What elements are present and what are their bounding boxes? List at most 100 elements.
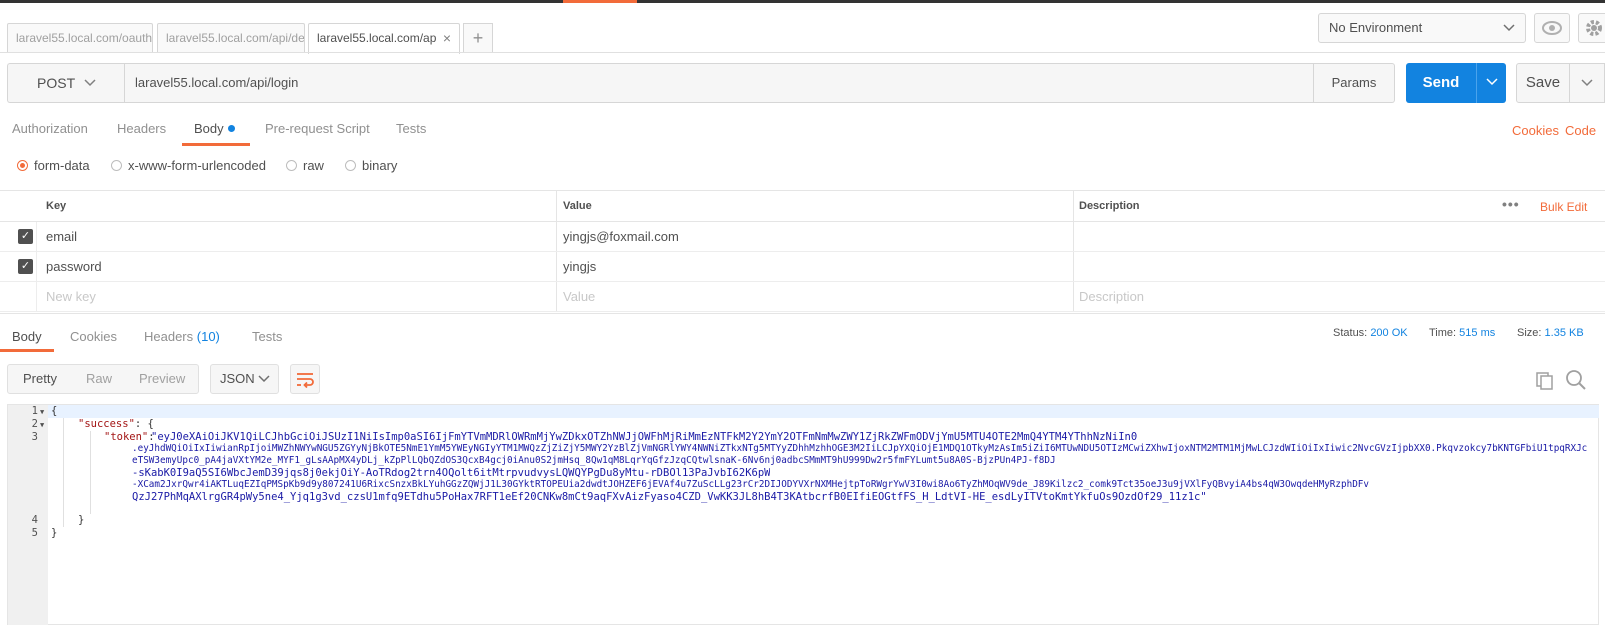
time-info: Time: 515 ms	[1429, 327, 1495, 339]
copy-icon[interactable]	[1535, 371, 1555, 391]
status-value: 200 OK	[1370, 327, 1408, 339]
response-tab-tests[interactable]: Tests	[252, 329, 282, 344]
save-options-button[interactable]	[1570, 63, 1605, 103]
value-cell[interactable]: yingjs	[563, 252, 596, 281]
preview-button[interactable]: Preview	[139, 365, 185, 393]
tab-api-login[interactable]: laravel55.local.com/ap ×	[308, 23, 460, 54]
radio-binary[interactable]: binary	[345, 158, 397, 173]
json-string: QzJ27PhMqAXlrgGR4pWy5ne4_Yjq1g3vd_czsU1m…	[132, 491, 1207, 503]
method-label: POST	[37, 75, 76, 91]
radio-raw[interactable]: raw	[286, 158, 324, 173]
json-string: .eyJhdWQiOiIxIiwianRpIjoiMWZhNWYwNGU5ZGY…	[132, 443, 1588, 466]
raw-button[interactable]: Raw	[86, 365, 112, 393]
format-label: JSON	[220, 371, 255, 386]
fold-icon[interactable]: ▼	[40, 421, 44, 429]
key-cell[interactable]: password	[46, 252, 102, 281]
radio-label: raw	[303, 158, 324, 173]
eye-icon	[1542, 21, 1562, 35]
new-tab-button[interactable]: +	[463, 23, 493, 53]
method-select[interactable]: POST	[7, 63, 124, 103]
new-key-input[interactable]: New key	[46, 282, 96, 311]
key-cell[interactable]: email	[46, 222, 77, 251]
new-value-input[interactable]: Value	[563, 282, 595, 311]
tab-api-details[interactable]: laravel55.local.com/api/deta	[157, 23, 305, 53]
response-body-editor[interactable]: 1 ▼ 2 ▼ 3 4 5 { "success": { "token": "e…	[7, 404, 1599, 625]
modified-indicator	[227, 125, 235, 132]
tab-authorization[interactable]: Authorization	[12, 121, 88, 136]
chevron-down-icon	[1581, 79, 1593, 87]
tab-oauth[interactable]: laravel55.local.com/oauth/t	[7, 23, 153, 53]
indent-guide	[63, 418, 64, 527]
radio-circle	[286, 160, 297, 171]
response-tab-cookies[interactable]: Cookies	[70, 329, 117, 344]
size-info: Size: 1.35 KB	[1517, 327, 1584, 339]
form-data-table: Key Value Description ••• Bulk Edit ✓ em…	[0, 190, 1605, 312]
chevron-down-icon	[1485, 78, 1498, 86]
response-tab-headers[interactable]: Headers (10)	[144, 329, 220, 344]
tab-body[interactable]: Body	[194, 121, 235, 136]
tab-body-label: Body	[194, 121, 224, 136]
code-link[interactable]: Code	[1565, 123, 1596, 138]
json-string: -sKabK0I9aQ5SI6WbcJemD39jqs8j0ekjOiY-AoT…	[132, 467, 771, 479]
environment-label: No Environment	[1329, 20, 1423, 35]
format-select[interactable]: JSON	[210, 364, 279, 394]
send-button[interactable]: Send	[1406, 63, 1476, 103]
size-value: 1.35 KB	[1544, 327, 1584, 339]
value-cell[interactable]: yingjs@foxmail.com	[563, 222, 679, 251]
radio-x-www-form-urlencoded[interactable]: x-www-form-urlencoded	[111, 158, 266, 173]
tab-tests[interactable]: Tests	[396, 121, 426, 136]
url-input[interactable]: laravel55.local.com/api/login	[124, 63, 1314, 103]
indent-guide	[90, 431, 91, 514]
environment-settings-button[interactable]	[1578, 13, 1605, 43]
active-line-highlight	[48, 405, 1599, 418]
environment-select[interactable]: No Environment	[1318, 13, 1526, 43]
json-key: "success"	[78, 418, 135, 430]
radio-circle	[17, 160, 28, 171]
cookies-link[interactable]: Cookies	[1512, 123, 1559, 138]
json-string: -XCam2JxrQwr4iAKTLuqEZIqPMSpKb9d9y807241…	[132, 479, 1369, 490]
bulk-edit-link[interactable]: Bulk Edit	[1540, 200, 1587, 214]
table-header: Key Value Description ••• Bulk Edit	[0, 191, 1605, 222]
table-row: ✓ password yingjs	[0, 252, 1605, 282]
line-number: 2	[31, 418, 38, 430]
radio-label: binary	[362, 158, 398, 173]
params-button[interactable]: Params	[1314, 63, 1395, 103]
time-value: 515 ms	[1459, 327, 1496, 339]
wrap-icon	[297, 373, 314, 389]
pretty-button[interactable]: Pretty	[23, 365, 57, 393]
row-checkbox[interactable]: ✓	[18, 259, 33, 274]
tab-headers[interactable]: Headers	[117, 121, 166, 136]
send-options-button[interactable]	[1476, 63, 1506, 103]
tab-pre-request-script[interactable]: Pre-request Script	[265, 121, 370, 136]
code-line: }	[78, 514, 85, 526]
chevron-down-icon	[1503, 14, 1515, 52]
json-punct: : {	[134, 418, 154, 430]
new-row: New key Value Description	[0, 282, 1605, 312]
line-number-gutter: 1 ▼ 2 ▼ 3 4 5	[8, 405, 48, 625]
close-icon[interactable]: ×	[443, 24, 451, 53]
save-button[interactable]: Save	[1516, 63, 1570, 103]
row-checkbox[interactable]: ✓	[18, 229, 33, 244]
line-number: 5	[31, 527, 38, 539]
new-description-input[interactable]: Description	[1079, 282, 1144, 311]
status-info: Status: 200 OK	[1333, 327, 1408, 339]
search-icon[interactable]	[1565, 369, 1587, 391]
table-row: ✓ email yingjs@foxmail.com	[0, 222, 1605, 252]
response-tab-body[interactable]: Body	[12, 329, 42, 344]
more-options-icon[interactable]: •••	[1502, 196, 1520, 212]
headers-count: (10)	[196, 329, 220, 344]
size-label: Size:	[1517, 327, 1542, 339]
radio-label: form-data	[34, 158, 90, 173]
column-header-description: Description	[1079, 200, 1140, 212]
fold-icon[interactable]: ▼	[40, 408, 44, 416]
divider	[0, 52, 1605, 53]
status-label: Status:	[1333, 327, 1368, 339]
tab-label: laravel55.local.com/oauth/t	[16, 31, 153, 45]
chevron-down-icon	[258, 365, 270, 403]
radio-form-data[interactable]: form-data	[17, 158, 90, 173]
tab-label: laravel55.local.com/api/deta	[166, 31, 305, 45]
environment-quick-look-button[interactable]	[1534, 13, 1570, 43]
wrap-lines-button[interactable]	[290, 364, 320, 394]
tab-label: laravel55.local.com/ap	[317, 31, 437, 45]
response-tab-headers-label: Headers	[144, 329, 194, 344]
